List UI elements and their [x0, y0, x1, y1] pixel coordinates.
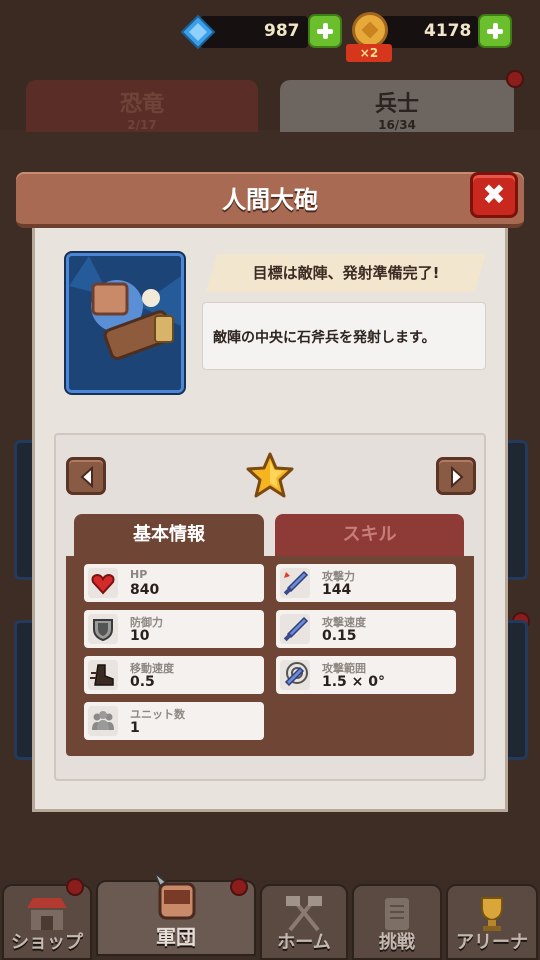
modal-title: 人間大砲 — [222, 186, 318, 214]
stat-defense: 防御力 10 — [84, 610, 264, 648]
add-gems-button[interactable] — [308, 14, 342, 48]
close-button[interactable]: ✖ — [470, 172, 518, 218]
group-icon — [88, 706, 118, 736]
notification-dot — [230, 878, 248, 896]
heart-icon — [88, 568, 118, 598]
stat-attack-value: 144 — [322, 582, 352, 598]
nav-challenge[interactable]: 挑戦 — [352, 884, 442, 960]
nav-arena[interactable]: アリーナ — [446, 884, 538, 960]
add-gold-button[interactable] — [478, 14, 512, 48]
stat-move-speed-value: 0.5 — [130, 674, 155, 690]
nav-legion-label: 軍団 — [156, 925, 196, 949]
stat-hp: HP 840 — [84, 564, 264, 602]
tab-dinosaurs[interactable]: 恐竜 2/17 — [26, 80, 258, 132]
chevron-left-icon — [80, 466, 93, 488]
stat-attack: 攻撃力 144 — [276, 564, 456, 602]
tab-soldiers-count: 16/34 — [378, 118, 416, 132]
nav-home-label: ホーム — [277, 932, 331, 953]
stat-attack-speed-value: 0.15 — [322, 628, 357, 644]
tab-basic-info-label: 基本情報 — [133, 524, 205, 545]
notification-dot — [66, 878, 84, 896]
gold-boost-badge: ×2 — [346, 44, 392, 62]
target-icon — [280, 660, 310, 690]
unit-description-box: 敵陣の中央に石斧兵を発射します。 — [202, 302, 486, 370]
previous-unit-button[interactable] — [66, 457, 106, 495]
stat-unit-count-value: 1 — [130, 720, 140, 736]
notification-dot — [506, 70, 524, 88]
unit-description: 敵陣の中央に石斧兵を発射します。 — [213, 330, 436, 346]
stat-attack-speed: 攻撃速度 0.15 — [276, 610, 456, 648]
boot-icon — [88, 660, 118, 690]
unit-portrait — [66, 253, 184, 393]
tab-dinosaurs-label: 恐竜 — [119, 92, 164, 117]
human-cannon-icon — [69, 256, 181, 390]
chevron-right-icon — [451, 466, 464, 488]
nav-home[interactable]: ホーム — [260, 884, 348, 960]
tab-basic-info[interactable]: 基本情報 — [74, 514, 264, 556]
tab-soldiers-label: 兵士 — [374, 92, 419, 117]
legion-icon — [153, 871, 196, 920]
gem-count: 987 — [264, 21, 300, 41]
stat-hp-label: HP — [130, 568, 148, 581]
gem-icon — [180, 14, 216, 50]
tab-dinosaurs-count: 2/17 — [127, 118, 157, 132]
nav-challenge-label: 挑戦 — [379, 932, 415, 953]
modal-header: 人間大砲 — [16, 172, 524, 228]
close-icon: ✖ — [482, 178, 506, 211]
tab-skill[interactable]: スキル — [275, 514, 464, 556]
shield-icon — [88, 614, 118, 644]
sword-icon — [280, 568, 310, 598]
sword-icon — [280, 614, 310, 644]
tab-soldiers[interactable]: 兵士 16/34 — [280, 80, 514, 132]
nav-shop[interactable]: ショップ — [2, 884, 92, 960]
stat-defense-value: 10 — [130, 628, 150, 644]
star-icon — [246, 452, 294, 498]
stat-attack-range: 攻撃範囲 1.5 × 0° — [276, 656, 456, 694]
gold-count: 4178 — [424, 21, 472, 41]
stat-unit-count: ユニット数 1 — [84, 702, 264, 740]
gold-coin-icon — [352, 12, 388, 48]
tab-skill-label: スキル — [342, 524, 397, 545]
nav-arena-label: アリーナ — [456, 932, 528, 953]
stat-hp-value: 840 — [130, 582, 160, 598]
stat-attack-range-value: 1.5 × 0° — [322, 674, 386, 690]
unit-tagline: 目標は敵陣、発射準備完了! — [252, 264, 440, 282]
next-unit-button[interactable] — [436, 457, 476, 495]
nav-shop-label: ショップ — [11, 932, 83, 953]
stat-move-speed: 移動速度 0.5 — [84, 656, 264, 694]
